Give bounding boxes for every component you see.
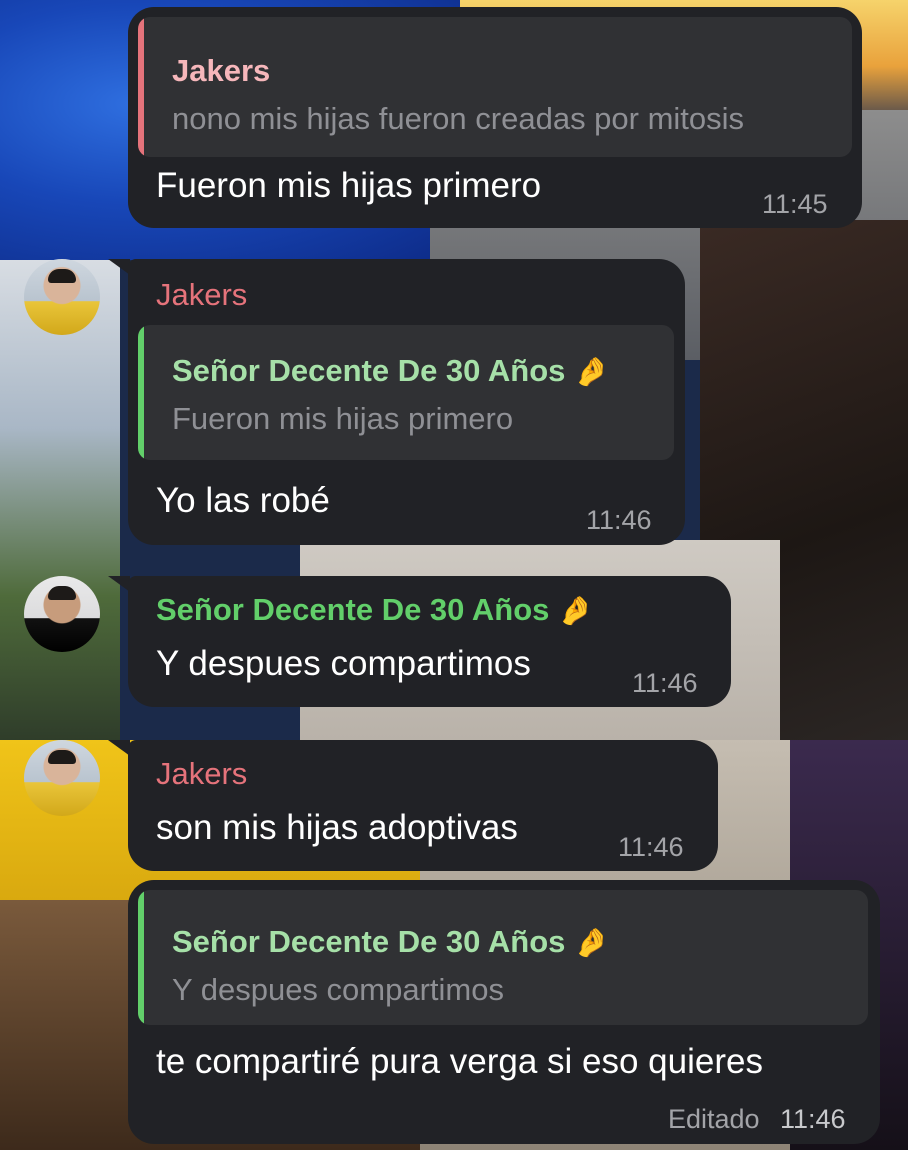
message-text: te compartiré pura verga si eso quieres <box>156 1042 763 1081</box>
message-time: 11:46 <box>586 505 652 535</box>
message-time: 11:45 <box>762 189 828 219</box>
quote-author: Señor Decente De 30 Años 🤌 <box>172 924 609 959</box>
quote-author: Jakers <box>172 53 271 88</box>
message-bubble[interactable]: Jakers nono mis hijas fueron creadas por… <box>128 7 862 228</box>
message-bubble[interactable]: Jakers Señor Decente De 30 Años 🤌 Fueron… <box>128 259 685 545</box>
pinched-fingers-icon: 🤌 <box>574 927 609 958</box>
bubble-tail <box>108 740 130 756</box>
reply-quote[interactable]: Jakers nono mis hijas fueron creadas por… <box>138 17 852 157</box>
quote-bar <box>138 325 144 460</box>
avatar-senor-decente[interactable] <box>24 576 100 652</box>
edited-label: Editado <box>668 1104 760 1134</box>
quote-author: Señor Decente De 30 Años 🤌 <box>172 353 609 388</box>
message-time: 11:46 <box>780 1104 846 1134</box>
quote-text: Y despues compartimos <box>172 972 504 1007</box>
sender-name[interactable]: Señor Decente De 30 Años 🤌 <box>156 592 593 628</box>
quote-bar <box>138 17 144 157</box>
reply-quote[interactable]: Señor Decente De 30 Años 🤌 Fueron mis hi… <box>138 325 674 460</box>
pinched-fingers-icon: 🤌 <box>558 595 593 626</box>
message-time: 11:46 <box>632 668 698 698</box>
avatar-jakers[interactable] <box>24 740 100 816</box>
message-bubble[interactable]: Jakers son mis hijas adoptivas 11:46 <box>128 740 718 871</box>
quote-bar <box>138 890 144 1025</box>
sender-name[interactable]: Jakers <box>156 277 247 313</box>
quote-text: Fueron mis hijas primero <box>172 401 514 436</box>
bubble-tail <box>108 576 130 592</box>
message-bubble[interactable]: Señor Decente De 30 Años 🤌 Y despues com… <box>128 576 731 707</box>
message-text: Fueron mis hijas primero <box>156 166 542 205</box>
avatar-jakers[interactable] <box>24 259 100 335</box>
message-text: Y despues compartimos <box>156 644 531 683</box>
sender-name[interactable]: Jakers <box>156 756 247 792</box>
message-bubble[interactable]: Señor Decente De 30 Años 🤌 Y despues com… <box>128 880 880 1144</box>
bubble-tail <box>108 259 130 275</box>
reply-quote[interactable]: Señor Decente De 30 Años 🤌 Y despues com… <box>138 890 868 1025</box>
message-text: son mis hijas adoptivas <box>156 808 518 847</box>
message-time: 11:46 <box>618 832 684 862</box>
pinched-fingers-icon: 🤌 <box>574 356 609 387</box>
message-text: Yo las robé <box>156 481 330 520</box>
quote-text: nono mis hijas fueron creadas por mitosi… <box>172 101 745 136</box>
